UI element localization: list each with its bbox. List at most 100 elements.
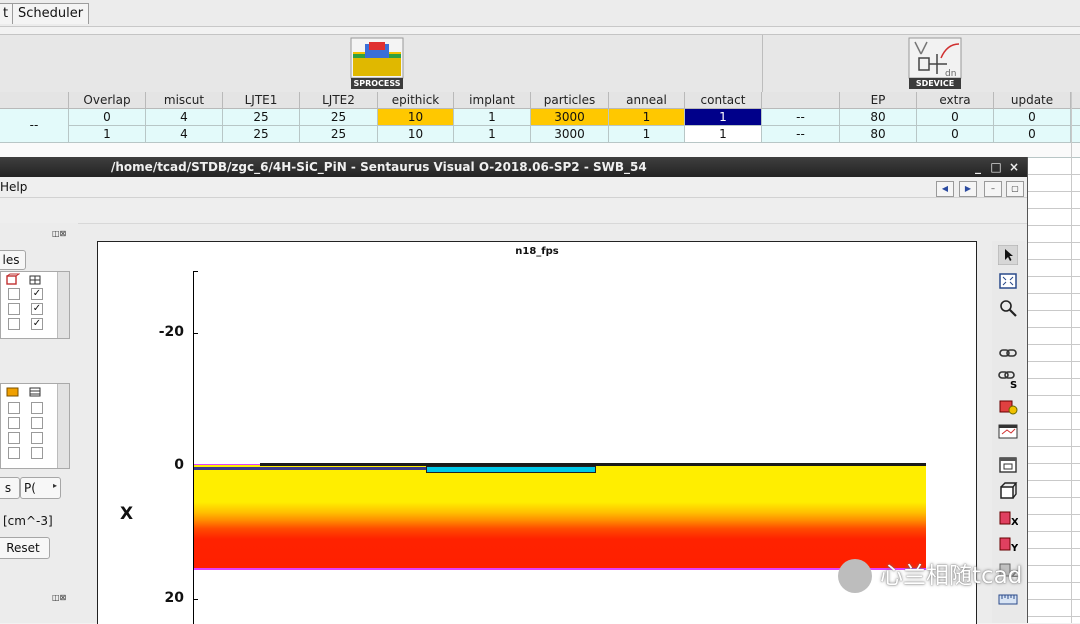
select-pointer-icon[interactable] (998, 245, 1018, 265)
tab-scheduler[interactable]: Scheduler (12, 3, 90, 24)
wechat-logo-icon (838, 559, 872, 593)
checkbox-checked[interactable]: ✓ (31, 303, 43, 315)
column-header-blank2[interactable] (762, 92, 840, 109)
table-cell[interactable]: 25 (300, 109, 378, 126)
table-cell[interactable]: 0 (917, 126, 994, 143)
y-tick-label: -20 (158, 324, 184, 340)
table-cell[interactable]: 80 (840, 109, 917, 126)
minimize-button[interactable]: _ (970, 157, 986, 177)
table-cell[interactable]: 4 (146, 109, 223, 126)
table-cell[interactable]: 0 (994, 109, 1071, 126)
column-header-miscut[interactable]: miscut (146, 92, 223, 109)
table-cell[interactable]: -- (762, 126, 840, 143)
column-header-ljte2[interactable]: LJTE2 (300, 92, 378, 109)
materials-list: ✓ ✓ ✓ (0, 271, 70, 339)
link-s-icon[interactable]: S (998, 369, 1018, 389)
table-cell[interactable]: 1 (454, 109, 531, 126)
cutline-x-icon[interactable]: X (998, 507, 1018, 527)
tab-scroll-icon[interactable]: ▸ (48, 481, 62, 491)
cube-icon (6, 273, 20, 285)
checkbox[interactable] (8, 402, 20, 414)
oxide-layer[interactable] (426, 466, 596, 473)
reset-button[interactable]: Reset (0, 537, 50, 559)
column-header-particles[interactable]: particles (531, 92, 609, 109)
table-cell[interactable]: 1 (685, 126, 762, 143)
column-header-update[interactable]: update (994, 92, 1071, 109)
table-cell[interactable]: 25 (223, 126, 300, 143)
checkbox-checked[interactable]: ✓ (31, 318, 43, 330)
checkbox-checked[interactable]: ✓ (31, 288, 43, 300)
table-cell[interactable]: 0 (917, 109, 994, 126)
scenario-cell[interactable]: -- (0, 109, 69, 143)
column-header-ljte1[interactable]: LJTE1 (223, 92, 300, 109)
checkbox[interactable] (31, 432, 43, 444)
table-cell[interactable]: 1 (454, 126, 531, 143)
table-cell-highlight[interactable]: 1 (609, 109, 685, 126)
table-cell[interactable]: 10 (378, 126, 454, 143)
window-title: /home/tcad/STDB/zgc_6/4H-SiC_PiN - Senta… (111, 160, 647, 174)
properties-icon[interactable] (998, 395, 1018, 415)
column-header-implant[interactable]: implant (454, 92, 531, 109)
column-header-anneal[interactable]: anneal (609, 92, 685, 109)
table-cell[interactable]: 25 (300, 126, 378, 143)
colormap-icon[interactable] (998, 421, 1018, 441)
table-cell-highlight[interactable]: 10 (378, 109, 454, 126)
table-cell[interactable]: 1 (609, 126, 685, 143)
scrollbar[interactable] (57, 384, 69, 468)
table-cell[interactable]: -- (762, 109, 840, 126)
cut-3d-icon[interactable] (998, 481, 1018, 501)
table-cell[interactable]: 3000 (531, 126, 609, 143)
zoom-icon[interactable] (998, 298, 1018, 318)
float-icon-2[interactable]: ◫⊠ (52, 593, 66, 603)
checkbox[interactable] (8, 417, 20, 429)
cutline-y-icon[interactable]: Y (998, 533, 1018, 553)
table-cell[interactable]: 25 (223, 109, 300, 126)
checkbox[interactable] (31, 447, 43, 459)
tab-scalars[interactable]: s (0, 477, 20, 499)
region-icon (6, 387, 19, 397)
restore-icon[interactable]: – (984, 181, 1002, 197)
checkbox[interactable] (8, 432, 20, 444)
y-tick (193, 271, 198, 272)
svg-text:Y: Y (1010, 543, 1018, 553)
table-cell[interactable]: 0 (69, 109, 146, 126)
fit-view-icon[interactable] (998, 271, 1018, 291)
sic-device-body[interactable] (194, 464, 926, 570)
column-header-contact[interactable]: contact (685, 92, 762, 109)
tool-separator (762, 35, 763, 92)
column-header-extra[interactable]: extra (917, 92, 994, 109)
sdevice-tool-button[interactable]: dn SDEVICE (907, 36, 963, 90)
checkbox[interactable] (8, 447, 20, 459)
window-titlebar[interactable]: /home/tcad/STDB/zgc_6/4H-SiC_PiN - Senta… (0, 157, 1027, 177)
table-cell[interactable]: 1 (69, 126, 146, 143)
checkbox[interactable] (8, 318, 20, 330)
checkbox[interactable] (8, 288, 20, 300)
column-header-ep[interactable]: EP (840, 92, 917, 109)
column-header-overlap[interactable]: Overlap (69, 92, 146, 109)
table-cell[interactable]: 80 (840, 126, 917, 143)
nav-left-icon[interactable]: ◀ (936, 181, 954, 197)
maximize-icon[interactable]: ▢ (1006, 181, 1024, 197)
table-cell-selected[interactable]: 1 (685, 109, 762, 126)
maximize-button[interactable]: □ (988, 157, 1004, 177)
checkbox[interactable] (8, 303, 20, 315)
table-header-blank (0, 92, 69, 109)
tool-row: SPROCESS dn SDEVICE (0, 34, 1080, 93)
close-button[interactable]: × (1006, 157, 1022, 177)
checkbox[interactable] (31, 402, 43, 414)
table-cell-highlight[interactable]: 3000 (531, 109, 609, 126)
tab-variables[interactable]: les (0, 250, 26, 270)
table-cell[interactable]: 0 (994, 126, 1071, 143)
table-cell[interactable]: 4 (146, 126, 223, 143)
sprocess-label: SPROCESS (351, 78, 403, 89)
scrollbar[interactable] (57, 272, 69, 338)
checkbox[interactable] (31, 417, 43, 429)
menu-help[interactable]: Help (0, 180, 27, 194)
column-header-epithick[interactable]: epithick (378, 92, 454, 109)
sprocess-tool-button[interactable]: SPROCESS (349, 36, 405, 90)
link-icon[interactable] (998, 343, 1018, 363)
window-icon[interactable] (998, 455, 1018, 475)
float-icon[interactable]: ◫⊠ (52, 229, 66, 239)
nav-right-icon[interactable]: ▶ (959, 181, 977, 197)
sprocess-icon (350, 37, 404, 79)
